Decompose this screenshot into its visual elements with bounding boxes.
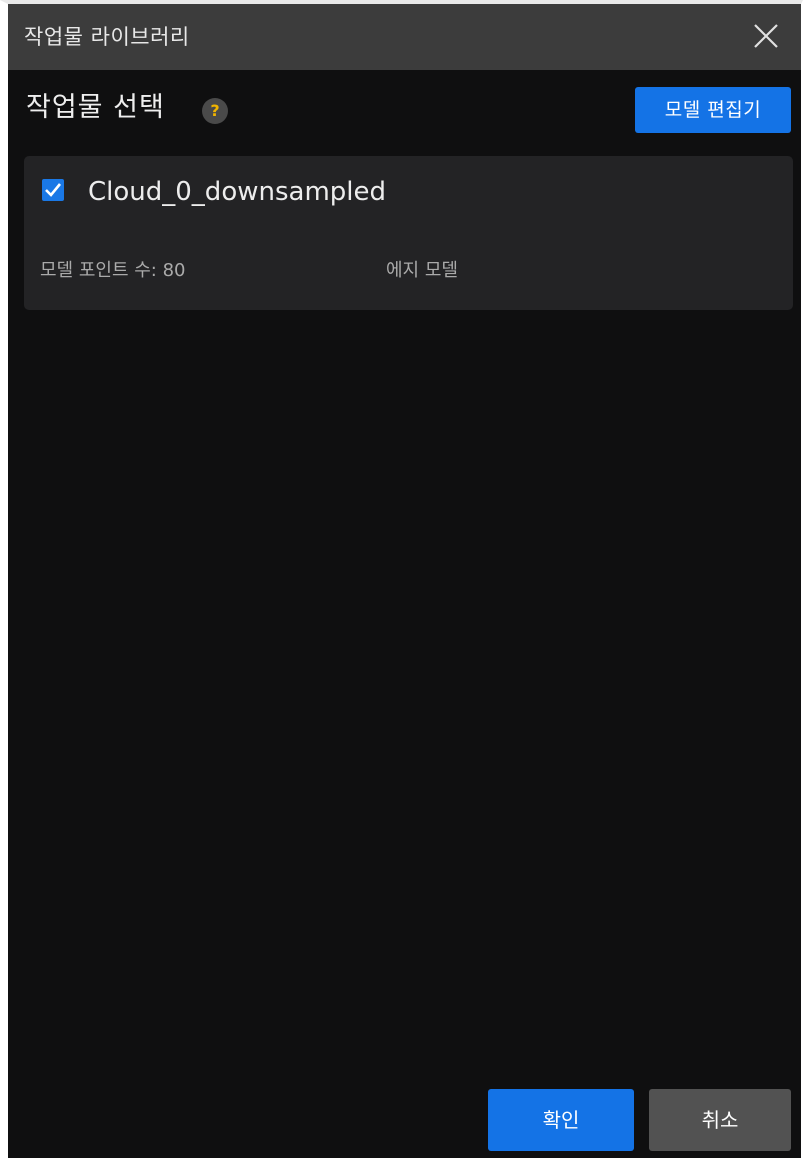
model-list: Cloud_0_downsampled 모델 포인트 수: 80 에지 모델 [24, 156, 793, 310]
model-type: 에지 모델 [386, 260, 458, 281]
checkmark-icon [45, 183, 62, 197]
section-title: 작업물 선택 [26, 92, 165, 123]
help-icon[interactable]: ? [202, 98, 228, 124]
title-bar[interactable]: 작업물 라이브러리 [8, 4, 801, 70]
model-point-count: 모델 포인트 수: 80 [40, 260, 186, 281]
selection-header: 작업물 선택 ? 모델 편집기 [8, 70, 801, 154]
object-library-dialog: 작업물 라이브러리 작업물 선택 ? 모델 편집기 Cloud_0_downsa… [0, 0, 803, 1164]
model-name: Cloud_0_downsampled [88, 177, 386, 207]
window-title: 작업물 라이브러리 [24, 25, 190, 49]
close-icon [754, 24, 778, 48]
close-button[interactable] [737, 4, 801, 70]
model-select-checkbox[interactable] [42, 179, 64, 201]
model-editor-button[interactable]: 모델 편집기 [635, 87, 791, 133]
model-card[interactable]: Cloud_0_downsampled 모델 포인트 수: 80 에지 모델 [24, 156, 793, 310]
cancel-button[interactable]: 취소 [649, 1089, 791, 1151]
confirm-button[interactable]: 확인 [488, 1089, 634, 1151]
